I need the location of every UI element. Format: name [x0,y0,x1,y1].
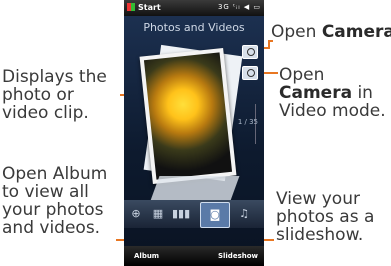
tab-internet[interactable]: ⊕ [128,206,144,222]
page-counter: 1 / 35 [237,118,258,126]
camera-connector-top [268,40,273,42]
camera-callout-prefix: Open [271,22,322,42]
video-camera-icon [247,69,255,77]
video-callout-line1: Open [279,65,325,85]
camera-callout-bold: Camera [321,22,391,42]
video-callout: Open Camera in Video mode. [279,66,391,120]
slideshow-callout: View your photos as a slideshow. [276,190,388,244]
screen-title: Photos and Videos [143,21,245,34]
home-tab-strip: ⊕ ▦ ▮▮▮ ◙ ♫ [124,200,264,228]
display-callout: Displays the photo or video clip. [2,68,124,122]
video-camera-button[interactable] [242,66,258,80]
slideshow-softkey[interactable]: Slideshow [218,252,258,260]
camera-icon [247,48,255,56]
phone-screen: Start 3G ᵗᵢₗ ◀ ▭ Photos and Videos 1 / 3… [124,0,264,266]
display-callout-text: Displays the photo or video clip. [2,67,107,123]
tab-photos[interactable]: ◙ [200,202,230,228]
softkey-bar: Album Slideshow [124,246,264,266]
video-callout-bold: Camera [279,83,353,103]
status-bar: Start 3G ᵗᵢₗ ◀ ▭ [124,0,264,16]
status-icons: 3G ᵗᵢₗ ◀ ▭ [217,3,261,11]
album-callout-text: Open Album to view all your photos and v… [2,164,108,238]
camera-button[interactable] [242,45,258,59]
flower-photo [143,52,233,180]
windows-flag-icon[interactable] [127,3,135,11]
photo-viewer[interactable] [139,47,237,185]
album-callout: Open Album to view all your photos and v… [2,165,114,237]
album-softkey[interactable]: Album [134,252,159,260]
slideshow-callout-text: View your photos as a slideshow. [276,189,375,245]
tab-stocks[interactable]: ▮▮▮ [172,206,190,222]
start-label[interactable]: Start [138,3,161,12]
video-callout-line3: Video mode. [279,101,386,121]
camera-callout: Open Camera. [271,23,391,41]
video-callout-suffix: in [352,83,373,103]
photos-videos-screen: Photos and Videos 1 / 35 ⊕ ▦ ▮▮▮ ◙ ♫ Alb… [124,16,264,266]
tab-calendar[interactable]: ▦ [150,206,166,222]
tab-music[interactable]: ♫ [236,206,252,222]
